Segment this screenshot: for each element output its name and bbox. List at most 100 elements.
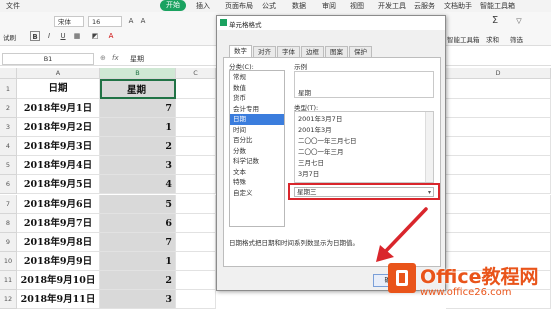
- weekday-cell[interactable]: 2: [100, 270, 176, 290]
- category-item[interactable]: 会计专用: [230, 104, 284, 115]
- category-item[interactable]: 货币: [230, 93, 284, 104]
- type-item[interactable]: 2001年3月7日: [295, 114, 423, 125]
- type-item[interactable]: 2001年3月: [295, 125, 423, 136]
- empty-cell[interactable]: [446, 175, 551, 195]
- empty-cell[interactable]: [176, 251, 216, 271]
- font-size-select[interactable]: 16: [88, 16, 122, 27]
- category-item[interactable]: 分数: [230, 146, 284, 157]
- empty-cell[interactable]: [446, 99, 551, 119]
- row-header[interactable]: 3: [0, 118, 17, 138]
- row-header[interactable]: 6: [0, 175, 17, 195]
- row-header-1[interactable]: 1: [0, 79, 17, 99]
- row-header[interactable]: 4: [0, 137, 17, 157]
- fill-color-icon[interactable]: ◩: [90, 31, 100, 41]
- fx-icon[interactable]: fx: [112, 54, 119, 62]
- sum-label[interactable]: 求和: [486, 34, 499, 44]
- type-item[interactable]: 三月七日: [295, 158, 423, 169]
- category-item[interactable]: 科学记数: [230, 156, 284, 167]
- cell-b1[interactable]: 星期: [100, 79, 176, 99]
- empty-cell[interactable]: [176, 232, 216, 252]
- row-header[interactable]: 9: [0, 232, 17, 252]
- category-item[interactable]: 日期: [230, 114, 284, 125]
- type-input[interactable]: 星期三 ▾: [294, 187, 434, 197]
- font-name-select[interactable]: 宋体: [54, 16, 84, 27]
- weekday-cell[interactable]: 1: [100, 118, 176, 138]
- category-item[interactable]: 数值: [230, 83, 284, 94]
- category-item[interactable]: 自定义: [230, 188, 284, 199]
- tab-alignment[interactable]: 对齐: [253, 46, 276, 57]
- category-item[interactable]: 文本: [230, 167, 284, 178]
- format-painter-label[interactable]: 试刷: [3, 32, 16, 42]
- row-header[interactable]: 10: [0, 251, 17, 271]
- empty-cell[interactable]: [446, 137, 551, 157]
- menu-developer[interactable]: 开发工具: [378, 1, 406, 11]
- sum-icon[interactable]: Σ: [490, 16, 500, 26]
- menu-review[interactable]: 审阅: [322, 1, 336, 11]
- date-cell[interactable]: 2018年9月4日: [17, 156, 100, 176]
- type-list-scrollbar[interactable]: [425, 112, 433, 182]
- date-cell[interactable]: 2018年9月1日: [17, 99, 100, 119]
- tab-border[interactable]: 边框: [301, 46, 324, 57]
- date-cell[interactable]: 2018年9月10日: [17, 270, 100, 290]
- menu-formulas[interactable]: 公式: [262, 1, 276, 11]
- category-list[interactable]: 常规 数值 货币 会计专用 日期 时间 百分比 分数 科学记数 文本 特殊 自定义: [229, 70, 285, 227]
- weekday-cell[interactable]: 7: [100, 232, 176, 252]
- dialog-titlebar[interactable]: 单元格格式: [217, 16, 445, 30]
- bold-button[interactable]: B: [30, 31, 40, 41]
- weekday-cell[interactable]: 6: [100, 213, 176, 233]
- menu-cloud[interactable]: 云服务: [414, 1, 435, 11]
- weekday-cell[interactable]: 2: [100, 137, 176, 157]
- empty-cell[interactable]: [176, 270, 216, 290]
- empty-cell[interactable]: [446, 156, 551, 176]
- chevron-down-icon[interactable]: ▾: [428, 188, 431, 197]
- date-cell[interactable]: 2018年9月5日: [17, 175, 100, 195]
- menu-data[interactable]: 数据: [292, 1, 306, 11]
- empty-cell[interactable]: [446, 194, 551, 214]
- smart-toolbox-label[interactable]: 智能工具箱: [447, 34, 480, 44]
- filter-label[interactable]: 筛选: [510, 34, 523, 44]
- row-header[interactable]: 2: [0, 99, 17, 119]
- empty-cell[interactable]: [176, 194, 216, 214]
- column-header-d[interactable]: D: [446, 68, 551, 79]
- date-cell[interactable]: 2018年9月6日: [17, 194, 100, 214]
- weekday-cell[interactable]: 1: [100, 251, 176, 271]
- date-cell[interactable]: 2018年9月7日: [17, 213, 100, 233]
- category-item[interactable]: 特殊: [230, 177, 284, 188]
- tab-font[interactable]: 字体: [277, 46, 300, 57]
- weekday-cell[interactable]: 7: [100, 99, 176, 119]
- date-cell[interactable]: 2018年9月8日: [17, 232, 100, 252]
- filter-icon[interactable]: ▽: [514, 16, 524, 26]
- menu-insert[interactable]: 插入: [196, 1, 210, 11]
- cell-a1[interactable]: 日期: [17, 79, 100, 99]
- menu-file[interactable]: 文件: [6, 1, 20, 11]
- tab-protection[interactable]: 保护: [349, 46, 372, 57]
- date-cell[interactable]: 2018年9月11日: [17, 290, 100, 310]
- zoom-icon[interactable]: ⊕: [100, 54, 106, 62]
- empty-cell[interactable]: [176, 213, 216, 233]
- menu-page-layout[interactable]: 页面布局: [225, 1, 253, 11]
- decrease-font-icon[interactable]: A: [138, 16, 148, 26]
- category-item[interactable]: 百分比: [230, 135, 284, 146]
- row-header[interactable]: 8: [0, 213, 17, 233]
- weekday-cell[interactable]: 4: [100, 175, 176, 195]
- empty-cell[interactable]: [176, 156, 216, 176]
- column-header-b[interactable]: B: [100, 68, 176, 79]
- italic-button[interactable]: I: [44, 31, 54, 41]
- category-item[interactable]: 常规: [230, 72, 284, 83]
- empty-cell[interactable]: [446, 118, 551, 138]
- empty-cell[interactable]: [446, 232, 551, 252]
- formula-input[interactable]: 星期: [130, 54, 144, 64]
- row-header[interactable]: 11: [0, 270, 17, 290]
- date-cell[interactable]: 2018年9月2日: [17, 118, 100, 138]
- column-header-c[interactable]: C: [176, 68, 216, 79]
- increase-font-icon[interactable]: A: [126, 16, 136, 26]
- menu-doc-assistant[interactable]: 文档助手: [444, 1, 472, 11]
- row-header[interactable]: 12: [0, 290, 17, 310]
- weekday-cell[interactable]: 3: [100, 156, 176, 176]
- empty-cell[interactable]: [176, 137, 216, 157]
- date-cell[interactable]: 2018年9月9日: [17, 251, 100, 271]
- type-list[interactable]: 2001年3月7日 2001年3月 二〇〇一年三月七日 二〇〇一年三月 三月七日 3月7日: [294, 111, 434, 183]
- weekday-cell[interactable]: 5: [100, 194, 176, 214]
- cell-d1[interactable]: [446, 79, 551, 99]
- tab-pattern[interactable]: 图案: [325, 46, 348, 57]
